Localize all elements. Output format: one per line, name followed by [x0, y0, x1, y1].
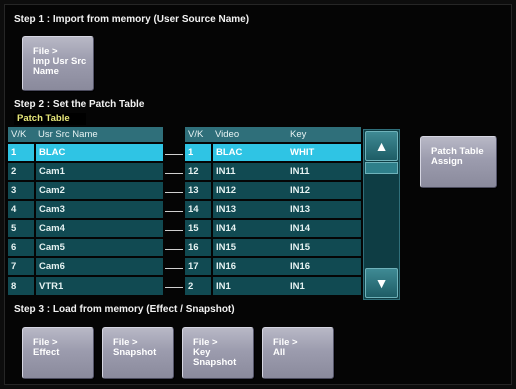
table-row[interactable]: 3 Cam2: [8, 180, 163, 200]
table-row[interactable]: 5 Cam4: [8, 218, 163, 238]
column-header-key: Key: [287, 127, 361, 143]
user-source-table: V/K Usr Src Name 1 BLAC 2 Cam1 3 Cam2 4 Cam3 5 Ca…: [8, 127, 163, 295]
vk-cell[interactable]: 1: [185, 142, 213, 162]
video-cell[interactable]: IN16: [212, 256, 287, 276]
triangle-down-icon: ▼: [374, 275, 389, 291]
step1-label: Step 1 : Import from memory (User Source…: [14, 14, 250, 25]
table-row[interactable]: 7 Cam6: [8, 256, 163, 276]
table-row[interactable]: 14 IN13 IN13: [185, 199, 361, 219]
table-scrollbar[interactable]: ▲ ▼: [363, 129, 400, 300]
load-effect-button[interactable]: File > Effect: [22, 327, 94, 379]
table-row[interactable]: 13 IN12 IN12: [185, 180, 361, 200]
patch-table-caption: Patch Table: [14, 113, 86, 125]
vk-cell[interactable]: 3: [8, 180, 36, 200]
table-row[interactable]: 4 Cam3: [8, 199, 163, 219]
load-snapshot-button[interactable]: File > Snapshot: [102, 327, 174, 379]
table-row[interactable]: 8 VTR1: [8, 275, 163, 295]
video-cell[interactable]: IN12: [212, 180, 287, 200]
usr-src-name-cell[interactable]: VTR1: [35, 275, 163, 295]
table-row[interactable]: 17 IN16 IN16: [185, 256, 361, 276]
key-cell[interactable]: IN16: [287, 256, 361, 276]
column-header-video: Video: [212, 127, 287, 143]
patch-table-screen: Step 1 : Import from memory (User Source…: [4, 4, 512, 385]
scroll-down-button[interactable]: ▼: [365, 268, 398, 298]
patch-connector-line: [165, 287, 183, 288]
video-cell[interactable]: IN14: [212, 218, 287, 238]
step3-label: Step 3 : Load from memory (Effect / Snap…: [14, 304, 235, 315]
video-cell[interactable]: IN11: [212, 161, 287, 181]
scroll-up-button[interactable]: ▲: [365, 131, 398, 161]
video-cell[interactable]: IN13: [212, 199, 287, 219]
patch-video-key-table: V/K Video Key 1 BLAC WHIT 12 IN11 IN11 13 IN12 I…: [185, 127, 361, 295]
vk-cell[interactable]: 2: [185, 275, 213, 295]
triangle-up-icon: ▲: [374, 138, 389, 154]
usr-src-name-cell[interactable]: BLAC: [35, 142, 163, 162]
vk-cell[interactable]: 1: [8, 142, 36, 162]
table-row[interactable]: 1 BLAC WHIT: [185, 142, 361, 162]
table-row[interactable]: 2 IN1 IN1: [185, 275, 361, 295]
table-row[interactable]: 1 BLAC: [8, 142, 163, 162]
key-cell[interactable]: IN11: [287, 161, 361, 181]
video-cell[interactable]: IN15: [212, 237, 287, 257]
column-header-vk: V/K: [8, 127, 35, 143]
usr-src-name-cell[interactable]: Cam3: [35, 199, 163, 219]
key-cell[interactable]: IN1: [287, 275, 361, 295]
vk-cell[interactable]: 14: [185, 199, 213, 219]
table-row[interactable]: 16 IN15 IN15: [185, 237, 361, 257]
patch-connector-line: [165, 211, 183, 212]
vk-cell[interactable]: 5: [8, 218, 36, 238]
key-cell[interactable]: IN12: [287, 180, 361, 200]
vk-cell[interactable]: 6: [8, 237, 36, 257]
key-cell[interactable]: IN13: [287, 199, 361, 219]
vk-cell[interactable]: 12: [185, 161, 213, 181]
video-cell[interactable]: IN1: [212, 275, 287, 295]
vk-cell[interactable]: 2: [8, 161, 36, 181]
load-all-button[interactable]: File > All: [262, 327, 334, 379]
vk-cell[interactable]: 16: [185, 237, 213, 257]
usr-src-name-cell[interactable]: Cam6: [35, 256, 163, 276]
table-row[interactable]: 12 IN11 IN11: [185, 161, 361, 181]
key-cell[interactable]: IN14: [287, 218, 361, 238]
vk-cell[interactable]: 8: [8, 275, 36, 295]
usr-src-name-cell[interactable]: Cam1: [35, 161, 163, 181]
load-key-snapshot-button[interactable]: File > Key Snapshot: [182, 327, 254, 379]
import-user-source-name-button[interactable]: File > Imp Usr Src Name: [22, 36, 94, 91]
patch-connector-line: [165, 173, 183, 174]
usr-src-name-cell[interactable]: Cam2: [35, 180, 163, 200]
usr-src-name-cell[interactable]: Cam4: [35, 218, 163, 238]
step2-label: Step 2 : Set the Patch Table: [14, 99, 145, 110]
patch-table-assign-button[interactable]: Patch Table Assign: [420, 136, 497, 188]
table-row[interactable]: 2 Cam1: [8, 161, 163, 181]
table-header-row: V/K Video Key: [185, 127, 361, 143]
usr-src-name-cell[interactable]: Cam5: [35, 237, 163, 257]
vk-cell[interactable]: 7: [8, 256, 36, 276]
column-header-vk: V/K: [185, 127, 212, 143]
scroll-thumb[interactable]: [365, 162, 398, 174]
vk-cell[interactable]: 4: [8, 199, 36, 219]
table-header-row: V/K Usr Src Name: [8, 127, 163, 143]
key-cell[interactable]: IN15: [287, 237, 361, 257]
patch-connector-line: [165, 249, 183, 250]
vk-cell[interactable]: 13: [185, 180, 213, 200]
table-row[interactable]: 6 Cam5: [8, 237, 163, 257]
table-row[interactable]: 15 IN14 IN14: [185, 218, 361, 238]
video-cell[interactable]: BLAC: [212, 142, 287, 162]
patch-connector-line: [165, 230, 183, 231]
vk-cell[interactable]: 17: [185, 256, 213, 276]
patch-connector-line: [165, 268, 183, 269]
patch-connector-line: [165, 154, 183, 155]
patch-connector-line: [165, 192, 183, 193]
column-header-usr-src-name: Usr Src Name: [35, 127, 163, 143]
vk-cell[interactable]: 15: [185, 218, 213, 238]
key-cell[interactable]: WHIT: [287, 142, 361, 162]
